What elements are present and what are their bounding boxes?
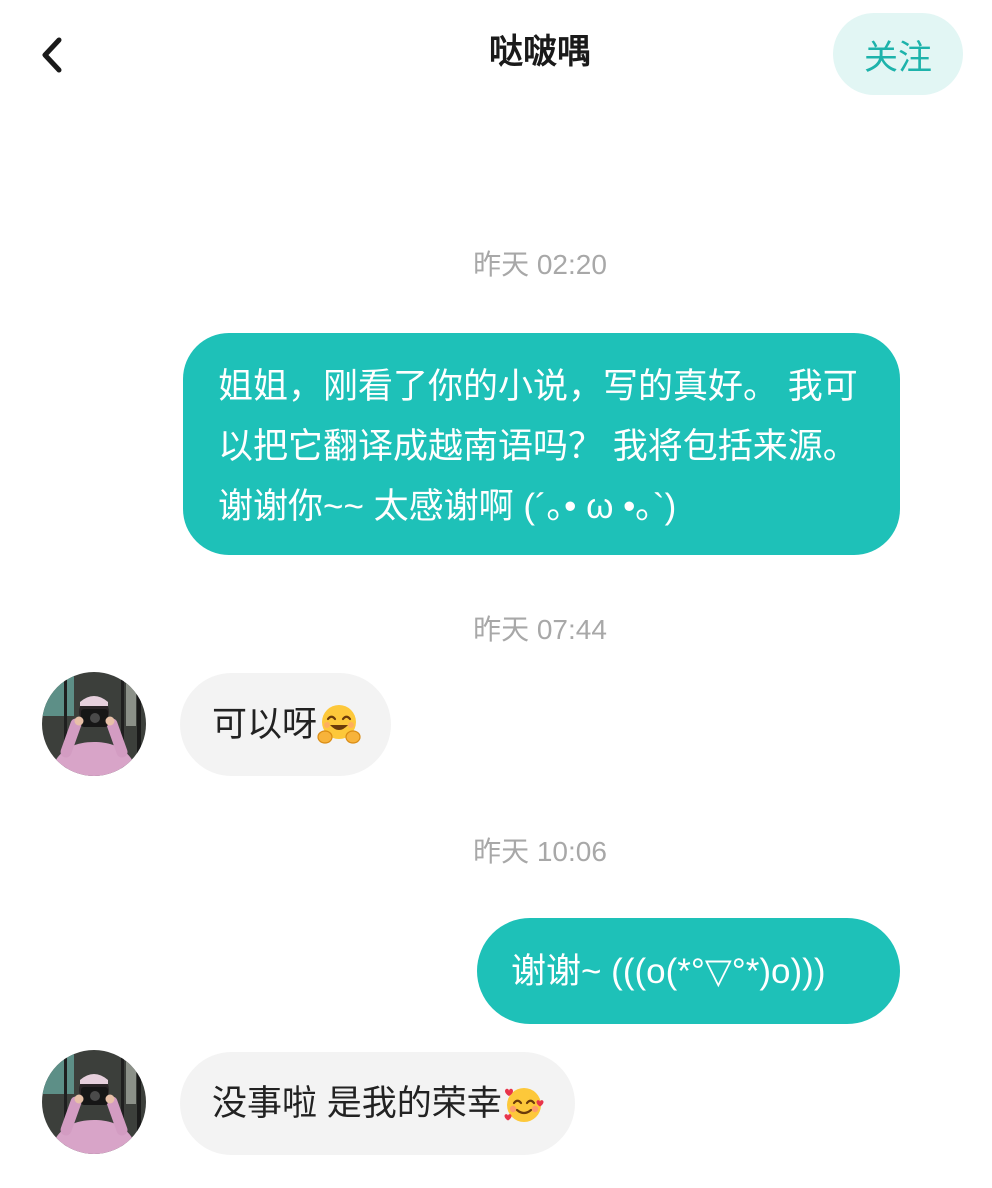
chevron-left-icon [42, 37, 62, 73]
outgoing-message-bubble[interactable]: 谢谢~ (((o(*°▽°*)o))) [477, 918, 900, 1024]
message-timestamp: 昨天 10:06 [473, 836, 607, 867]
outgoing-message-bubble[interactable]: 姐姐，刚看了你的小说，写的真好。 我可以把它翻译成越南语吗？ 我将包括来源。 谢… [183, 333, 900, 555]
message-text: 可以呀 [212, 705, 318, 744]
message-timestamp: 昨天 07:44 [473, 614, 607, 645]
smiling-face-with-hearts-emoji [504, 1087, 544, 1122]
message-text: 没事啦 是我的荣幸 [212, 1084, 502, 1123]
incoming-message-bubble[interactable]: 可以呀 [180, 673, 391, 776]
avatar[interactable] [42, 1050, 146, 1154]
page-title: 哒啵喁 [489, 33, 591, 71]
chat-header: 哒啵喁 关注 [0, 0, 992, 110]
follow-button[interactable]: 关注 [833, 13, 963, 95]
message-text: 谢谢~ (((o(*°▽°*)o))) [511, 951, 826, 991]
avatar-photo [42, 672, 146, 776]
message-timestamp: 昨天 02:20 [473, 249, 607, 280]
avatar[interactable] [42, 672, 146, 776]
hugging-face-emoji [317, 704, 361, 744]
back-button[interactable] [38, 35, 66, 75]
incoming-message-bubble[interactable]: 没事啦 是我的荣幸 [180, 1052, 575, 1155]
avatar-photo [42, 1050, 146, 1154]
message-text: 姐姐，刚看了你的小说，写的真好。 我可以把它翻译成越南语吗？ 我将包括来源。 谢… [218, 367, 858, 526]
